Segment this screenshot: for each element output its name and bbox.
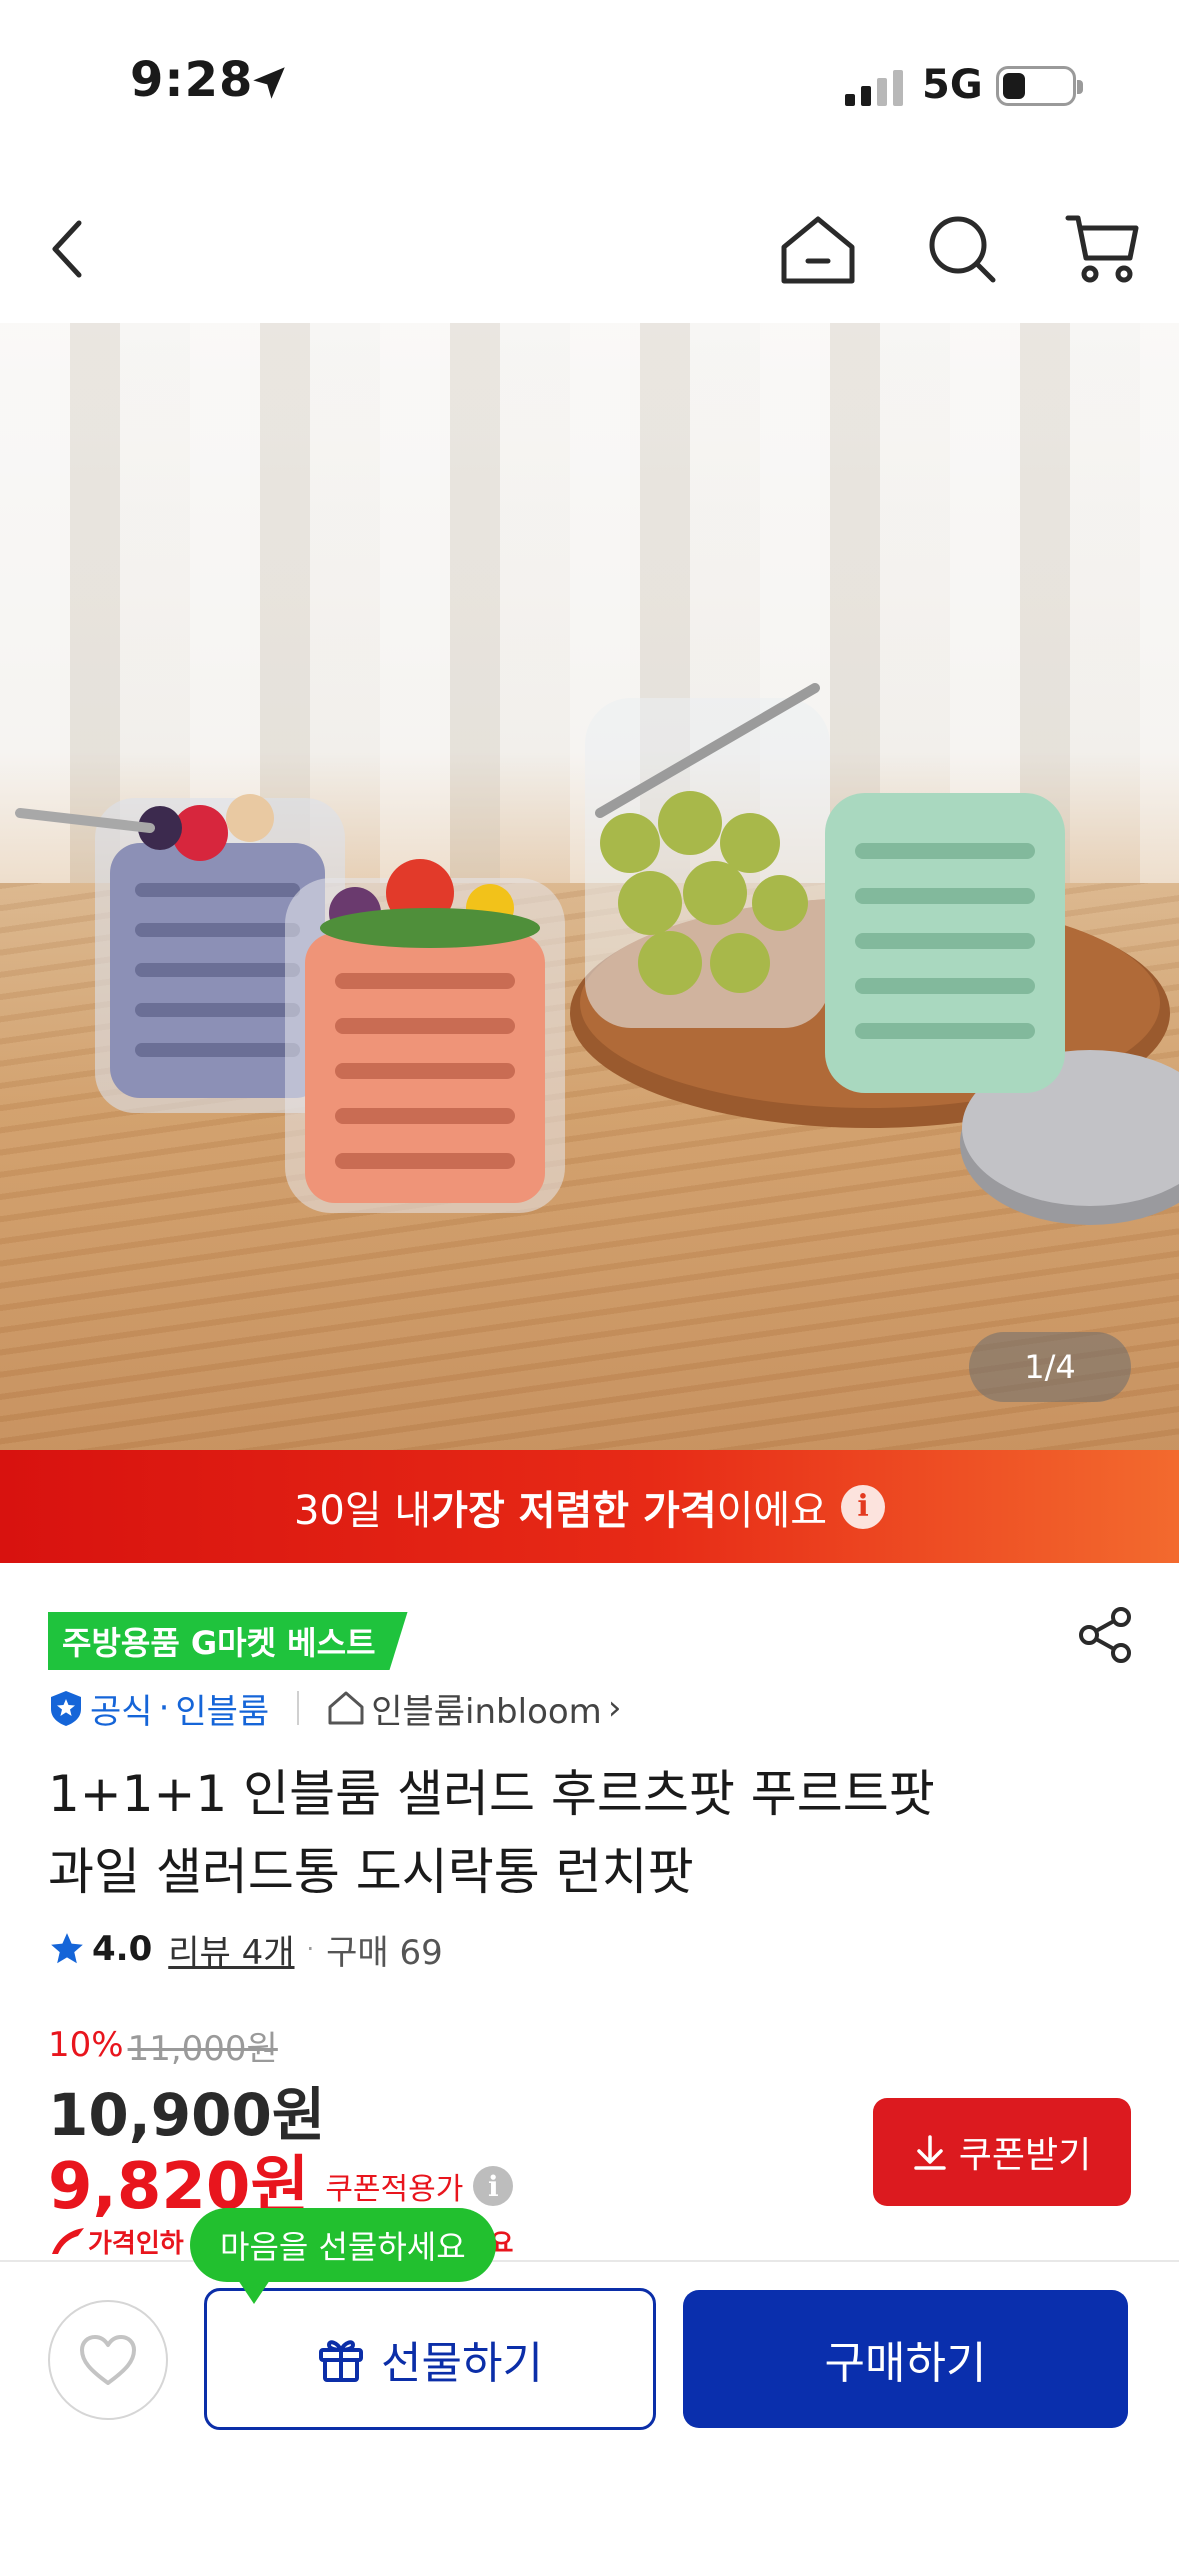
status-time: 9:28 xyxy=(130,52,254,108)
wishlist-button[interactable] xyxy=(48,2300,168,2420)
nav-bar xyxy=(0,175,1179,323)
product-photo xyxy=(15,683,1179,1225)
seller-row: 공식 · 인블룸 인블룸inbloom › xyxy=(48,1680,621,1736)
banner-text-suffix: 이에요 xyxy=(716,1487,828,1534)
gift-button-label: 선물하기 xyxy=(381,2338,543,2389)
seller-separator-dot: · xyxy=(158,1688,170,1728)
banner-text-prefix: 30일 내 xyxy=(293,1487,432,1534)
rating-score: 4.0 xyxy=(92,1929,153,1969)
store-home-icon xyxy=(328,1691,364,1725)
share-button[interactable] xyxy=(1075,1605,1135,1665)
coupon-button-label: 쿠폰받기 xyxy=(958,2135,1092,2176)
original-price: 11,000원 xyxy=(127,2028,278,2069)
review-link[interactable]: 리뷰 4개 xyxy=(168,1925,294,1974)
heart-icon xyxy=(80,2335,136,2385)
gift-button[interactable]: 선물하기 xyxy=(204,2288,656,2430)
buy-button-label: 구매하기 xyxy=(824,2338,987,2389)
back-button[interactable] xyxy=(24,205,112,293)
best-seller-badge: 주방용품 G마켓 베스트 xyxy=(48,1612,408,1670)
product-title-line1: 1+1+1 인블룸 샐러드 후르츠팟 푸르트팟 xyxy=(48,1765,935,1823)
cellular-signal-icon xyxy=(845,68,903,106)
gift-tooltip: 마음을 선물하세요 xyxy=(190,2208,496,2304)
chevron-left-icon xyxy=(52,220,82,278)
battery-icon xyxy=(996,66,1083,106)
coupon-download-button[interactable]: 쿠폰받기 xyxy=(873,2098,1131,2206)
star-icon xyxy=(51,1933,83,1964)
home-icon xyxy=(781,216,855,284)
gift-icon xyxy=(319,2340,364,2382)
rating-separator-dot: · xyxy=(306,1935,315,1963)
info-icon[interactable]: i xyxy=(841,1484,886,1529)
price-drop-arrow-icon xyxy=(52,2228,84,2254)
product-title-line2: 과일 샐러드통 도시락통 런치팟 xyxy=(48,1843,694,1901)
brand-link[interactable]: 인블룸 xyxy=(175,1684,269,1733)
price-drop-text-left: 가격인하 xyxy=(88,2228,184,2259)
search-icon xyxy=(929,216,996,283)
divider xyxy=(297,1691,300,1725)
official-shield-icon xyxy=(51,1691,81,1726)
location-arrow-icon xyxy=(253,67,285,99)
purchase-count: 구매 69 xyxy=(326,1932,443,1973)
chevron-right-icon: › xyxy=(607,1688,622,1728)
status-bar: 9:28 5G xyxy=(0,0,1179,175)
product-image-carousel[interactable]: 1/4 xyxy=(0,323,1179,1450)
share-icon xyxy=(1079,1607,1131,1663)
info-icon[interactable]: i xyxy=(473,2166,514,2206)
download-icon xyxy=(914,2135,946,2170)
discount-rate: 10% xyxy=(48,2025,124,2065)
banner-text-bold: 가장 저렴한 가격 xyxy=(431,1487,717,1534)
discount-row: 10% 11,000원 xyxy=(48,2020,278,2070)
lowest-price-banner[interactable]: 30일 내 가장 저렴한 가격 이에요 i xyxy=(0,1450,1179,1563)
network-type: 5G xyxy=(922,62,983,108)
rating-row: 4.0 리뷰 4개 · 구매 69 xyxy=(48,1924,443,1974)
image-page-indicator: 1/4 xyxy=(969,1332,1131,1402)
cart-button[interactable] xyxy=(1058,205,1146,293)
store-link[interactable]: 인블룸inbloom xyxy=(371,1684,602,1733)
buy-button[interactable]: 구매하기 xyxy=(683,2290,1128,2428)
coupon-price-label: 쿠폰적용가 xyxy=(325,2172,464,2207)
official-label: 공식 xyxy=(90,1691,153,1732)
home-button[interactable] xyxy=(774,205,862,293)
product-title: 1+1+1 인블룸 샐러드 후르츠팟 푸르트팟 과일 샐러드통 도시락통 런치팟 xyxy=(48,1755,1028,1911)
cart-icon xyxy=(1065,215,1139,283)
search-button[interactable] xyxy=(918,205,1006,293)
